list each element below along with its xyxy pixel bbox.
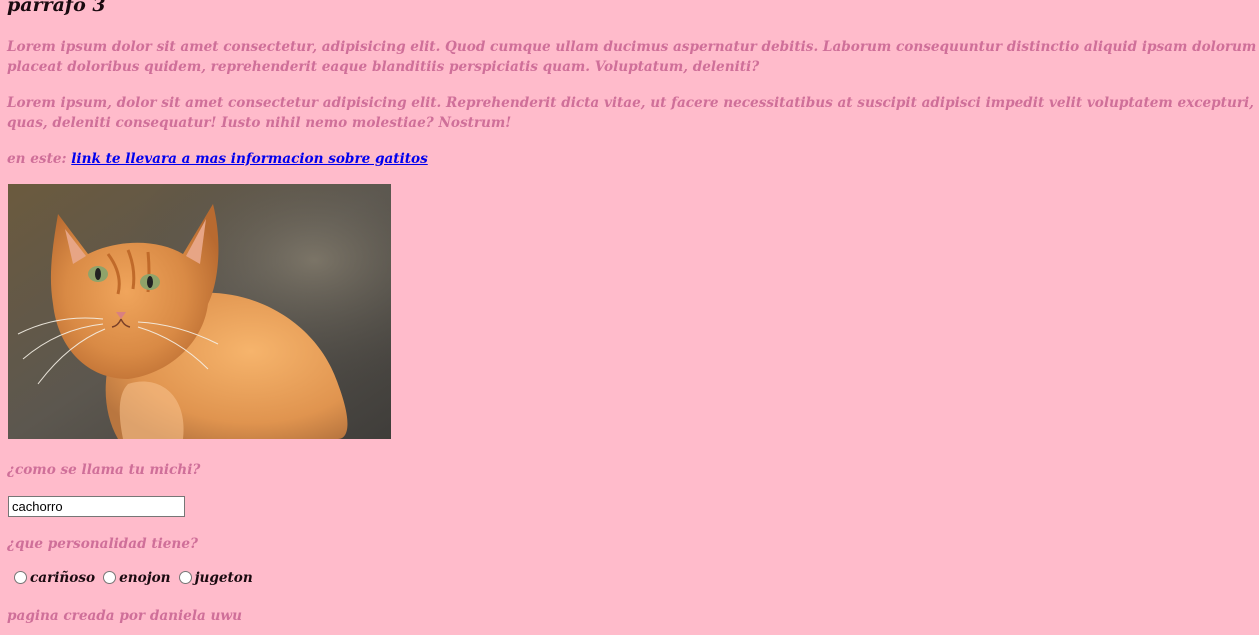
personality-options: cariñoso enojon jugeton bbox=[12, 570, 259, 586]
paragraph-1: Lorem ipsum dolor sit amet consectetur, … bbox=[7, 39, 1257, 75]
footer-credit: pagina creada por daniela uwu bbox=[7, 608, 242, 624]
page-heading: parrafo 3 bbox=[7, 0, 106, 16]
personality-question: ¿que personalidad tiene? bbox=[7, 536, 198, 552]
link-line: en este: link te llevara a mas informaci… bbox=[7, 149, 428, 169]
radio-carinoso[interactable] bbox=[14, 570, 27, 584]
option-enojon[interactable]: enojon bbox=[101, 570, 176, 586]
option-jugeton[interactable]: jugeton bbox=[177, 570, 259, 586]
paragraph-2: Lorem ipsum, dolor sit amet consectetur … bbox=[7, 95, 1259, 131]
label-jugeton: jugeton bbox=[194, 570, 253, 586]
name-question: ¿como se llama tu michi? bbox=[7, 462, 201, 478]
label-enojon: enojon bbox=[119, 570, 171, 586]
info-link[interactable]: link te llevara a mas informacion sobre … bbox=[71, 151, 428, 167]
cat-photo bbox=[8, 184, 391, 439]
link-intro: en este: bbox=[7, 151, 72, 167]
label-carinoso: cariñoso bbox=[30, 570, 96, 586]
cat-name-input[interactable] bbox=[8, 496, 185, 517]
radio-enojon[interactable] bbox=[103, 570, 117, 584]
radio-jugeton[interactable] bbox=[178, 570, 192, 584]
option-carinoso[interactable]: cariñoso bbox=[12, 570, 101, 586]
